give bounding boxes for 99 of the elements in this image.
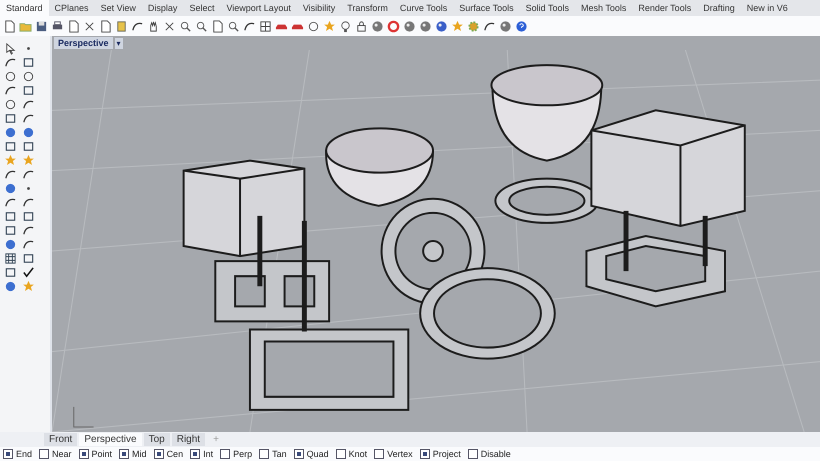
osnap-label: Project [432, 449, 461, 459]
cross-icon[interactable] [83, 20, 96, 32]
sphere-icon[interactable] [4, 238, 17, 251]
curve-icon[interactable] [22, 224, 35, 237]
ring-icon[interactable] [387, 20, 400, 32]
osnap-label: Quad [306, 449, 329, 459]
viewport-tab[interactable]: Perspective [79, 433, 142, 446]
magnifier-icon[interactable] [227, 20, 240, 32]
osnap-label: Vertex [387, 449, 413, 459]
toolbar-tab[interactable]: Viewport Layout [220, 0, 297, 16]
osnap-label: Perp [233, 449, 252, 459]
osnap-checkbox[interactable] [336, 449, 346, 459]
toolbar-tab[interactable]: CPlanes [48, 0, 95, 16]
toolbar-tab[interactable]: Standard [0, 0, 49, 16]
osnap-label: Point [92, 449, 112, 459]
printer-icon[interactable] [51, 20, 64, 32]
magnifier-icon[interactable] [195, 20, 208, 32]
viewport-title[interactable]: Perspective [54, 37, 113, 49]
osnap-checkbox[interactable] [190, 449, 200, 459]
sphere-icon[interactable] [22, 126, 35, 139]
star-icon[interactable] [22, 280, 35, 293]
osnap-checkbox[interactable] [374, 449, 384, 459]
osnap-label: Cen [166, 449, 184, 459]
curve-icon[interactable] [4, 56, 17, 69]
sphere-icon[interactable] [4, 182, 17, 195]
curve-icon[interactable] [4, 168, 17, 181]
curve-icon[interactable] [22, 112, 35, 125]
osnap-label: Knot [348, 449, 368, 459]
star-icon[interactable] [4, 154, 17, 167]
star-icon[interactable] [323, 20, 336, 32]
sphere-icon[interactable] [4, 280, 17, 293]
sphere-icon[interactable] [499, 20, 512, 32]
osnap-label: Tan [272, 449, 287, 459]
osnap-checkbox[interactable] [78, 449, 89, 459]
toolbar-tab[interactable]: Solid Tools [520, 0, 575, 16]
bulb-icon[interactable] [339, 20, 352, 32]
osnap-checkbox[interactable] [154, 449, 164, 459]
grid-icon[interactable] [259, 20, 272, 32]
circle-icon[interactable] [307, 20, 320, 32]
circle-icon[interactable] [22, 70, 35, 83]
save-icon[interactable] [35, 20, 48, 32]
lock-icon[interactable] [355, 20, 368, 32]
cursor-icon[interactable] [4, 42, 17, 55]
osnap-checkbox[interactable] [259, 449, 270, 459]
toolbar-tab[interactable]: Mesh Tools [574, 0, 632, 16]
document-icon[interactable] [67, 20, 80, 32]
osnap-checkbox[interactable] [294, 449, 304, 459]
sphere-icon[interactable] [419, 20, 432, 32]
osnap-checkbox[interactable] [119, 449, 130, 459]
checkmark-icon[interactable] [22, 266, 35, 279]
toolbar-tab[interactable]: Curve Tools [394, 0, 454, 16]
curve-icon[interactable] [483, 20, 496, 32]
curve-icon[interactable] [22, 168, 35, 181]
curve-icon[interactable] [22, 98, 35, 111]
toolbar-tab[interactable]: Render Tools [632, 0, 698, 16]
circle-icon[interactable] [4, 98, 17, 111]
cross-icon[interactable] [163, 20, 176, 32]
toolbar-tab[interactable]: Visibility [296, 0, 342, 16]
curve-icon[interactable] [4, 84, 17, 97]
toolbar-tab[interactable]: Surface Tools [453, 0, 520, 16]
magnifier-icon[interactable] [179, 20, 192, 32]
osnap-label: End [16, 449, 32, 459]
star-icon[interactable] [22, 154, 35, 167]
viewport-tab[interactable]: Right [172, 433, 206, 446]
clipboard-icon[interactable] [115, 20, 128, 32]
curve-icon[interactable] [4, 196, 17, 209]
osnap-checkbox[interactable] [468, 449, 478, 459]
osnap-label: Int [203, 449, 214, 459]
grid-icon[interactable] [4, 252, 17, 265]
sphere-icon[interactable] [4, 126, 17, 139]
viewport-tab[interactable]: Front [44, 433, 78, 446]
toolbar-tab[interactable]: Drafting [697, 0, 741, 16]
osnap-checkbox[interactable] [220, 449, 230, 459]
sphere-icon[interactable] [371, 20, 384, 32]
document-icon[interactable] [99, 20, 112, 32]
axis-icon [73, 406, 94, 428]
viewport-tab[interactable]: Top [144, 433, 170, 446]
osnap-label: Disable [480, 449, 511, 459]
osnap-checkbox[interactable] [3, 449, 13, 459]
toolbar-tab[interactable]: Select [183, 0, 220, 16]
circle-icon[interactable] [4, 70, 17, 83]
curve-icon[interactable] [22, 238, 35, 251]
osnap-checkbox[interactable] [420, 449, 430, 459]
osnap-checkbox[interactable] [39, 449, 50, 459]
toolbar-tab[interactable]: Transform [341, 0, 394, 16]
curve-icon[interactable] [22, 196, 35, 209]
document-icon[interactable] [3, 20, 16, 32]
star-icon[interactable] [451, 20, 464, 32]
curve-icon[interactable] [131, 20, 144, 32]
help-icon[interactable] [515, 20, 528, 32]
toolbar-tab[interactable]: Display [142, 0, 184, 16]
osnap-label: Mid [132, 449, 147, 459]
toolbar-tab[interactable]: Set View [94, 0, 142, 16]
toolbar-tab[interactable]: New in V6 [740, 0, 794, 16]
sphere-icon[interactable] [435, 20, 448, 32]
viewport-menu-button[interactable]: ▾ [114, 38, 123, 48]
sphere-icon[interactable] [403, 20, 416, 32]
curve-icon[interactable] [243, 20, 256, 32]
osnap-label: Near [52, 449, 72, 459]
